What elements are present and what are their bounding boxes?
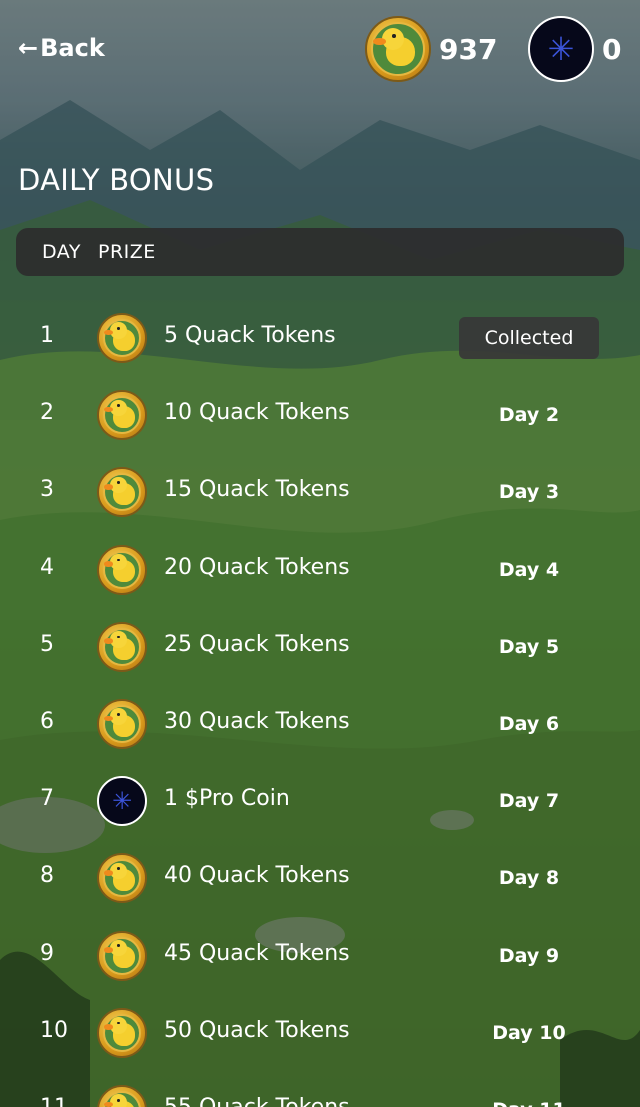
back-arrow-icon: ← <box>18 34 39 62</box>
duck-coin-icon <box>97 621 147 672</box>
prize-label: 45 Quack Tokens <box>164 940 350 966</box>
page-title: DAILY BONUS <box>18 163 215 197</box>
day-number: 9 <box>40 940 54 966</box>
claim-day-button[interactable]: Day 5 <box>459 626 599 668</box>
pro-balance-value: 0 <box>602 32 622 66</box>
claim-day-button[interactable]: Day 3 <box>459 471 599 513</box>
column-header-prize: PRIZE <box>98 241 156 263</box>
quack-balance-value: 937 <box>439 32 498 66</box>
bonus-row: 9 45 Quack Tokens Day 9 <box>0 916 640 993</box>
duck-coin-icon <box>97 390 147 441</box>
bonus-row: 8 40 Quack Tokens Day 8 <box>0 838 640 915</box>
prize-label: 20 Quack Tokens <box>164 554 350 580</box>
claim-day-button[interactable]: Day 2 <box>459 394 599 436</box>
duck-coin-icon <box>97 467 147 518</box>
day-number: 7 <box>40 786 54 812</box>
prize-label: 10 Quack Tokens <box>164 400 350 426</box>
prize-label: 25 Quack Tokens <box>164 631 350 657</box>
top-bar: ← Back 937 ✳ 0 <box>0 0 640 100</box>
duck-coin-icon <box>97 1007 147 1058</box>
duck-coin-icon <box>97 544 147 595</box>
collected-badge: Collected <box>459 317 599 359</box>
prize-label: 50 Quack Tokens <box>164 1017 350 1043</box>
claim-day-button[interactable]: Day 6 <box>459 703 599 745</box>
prize-label: 15 Quack Tokens <box>164 477 350 503</box>
duck-coin-icon <box>97 1084 147 1107</box>
day-number: 11 <box>40 1095 68 1107</box>
pro-balance: ✳ 0 <box>528 16 621 82</box>
duck-coin-icon <box>97 930 147 981</box>
day-number: 10 <box>40 1017 68 1043</box>
bonus-row: 10 50 Quack Tokens Day 10 <box>0 993 640 1070</box>
duck-coin-icon <box>97 853 147 904</box>
claim-day-button[interactable]: Day 10 <box>459 1012 599 1054</box>
prize-label: 40 Quack Tokens <box>164 863 350 889</box>
claim-day-button[interactable]: Day 8 <box>459 857 599 899</box>
pro-coin-icon: ✳ <box>97 776 147 827</box>
day-number: 1 <box>40 323 54 348</box>
day-number: 3 <box>40 477 54 503</box>
claim-day-button[interactable]: Day 7 <box>459 780 599 822</box>
claim-day-button[interactable]: Day 4 <box>459 549 599 591</box>
back-label: Back <box>40 34 105 62</box>
duck-coin-icon <box>97 698 147 749</box>
prize-label: 5 Quack Tokens <box>164 323 336 348</box>
bonus-row: 1 5 Quack Tokens Collected <box>0 298 640 375</box>
duck-coin-icon <box>365 16 431 82</box>
column-header-day: DAY <box>42 241 81 263</box>
bonus-row: 2 10 Quack Tokens Day 2 <box>0 375 640 452</box>
duck-coin-icon <box>97 313 147 363</box>
day-number: 5 <box>40 631 54 657</box>
quack-balance: 937 <box>365 16 497 82</box>
pro-coin-icon: ✳ <box>528 16 594 82</box>
day-number: 6 <box>40 708 54 734</box>
prize-label: 30 Quack Tokens <box>164 708 350 734</box>
bonus-row: 5 25 Quack Tokens Day 5 <box>0 607 640 684</box>
table-header: DAY PRIZE <box>16 228 624 276</box>
claim-day-button[interactable]: Day 9 <box>459 935 599 977</box>
day-number: 4 <box>40 554 54 580</box>
bonus-row: 3 15 Quack Tokens Day 3 <box>0 452 640 529</box>
bonus-row: 11 55 Quack Tokens Day 11 <box>0 1070 640 1107</box>
day-number: 2 <box>40 400 54 426</box>
claim-day-button[interactable]: Day 11 <box>459 1089 599 1107</box>
prize-label: 1 $Pro Coin <box>164 786 290 812</box>
bonus-row: 6 30 Quack Tokens Day 6 <box>0 684 640 761</box>
bonus-row: 4 20 Quack Tokens Day 4 <box>0 530 640 607</box>
bonus-list: 15 Quack Tokens Collected 2 10 Quack Tokens… <box>0 298 640 1107</box>
day-number: 8 <box>40 863 54 889</box>
back-button[interactable]: ← Back <box>18 34 105 62</box>
bonus-row: 7 ✳ 1 $Pro Coin Day 7 <box>0 761 640 838</box>
prize-label: 55 Quack Tokens <box>164 1095 350 1107</box>
